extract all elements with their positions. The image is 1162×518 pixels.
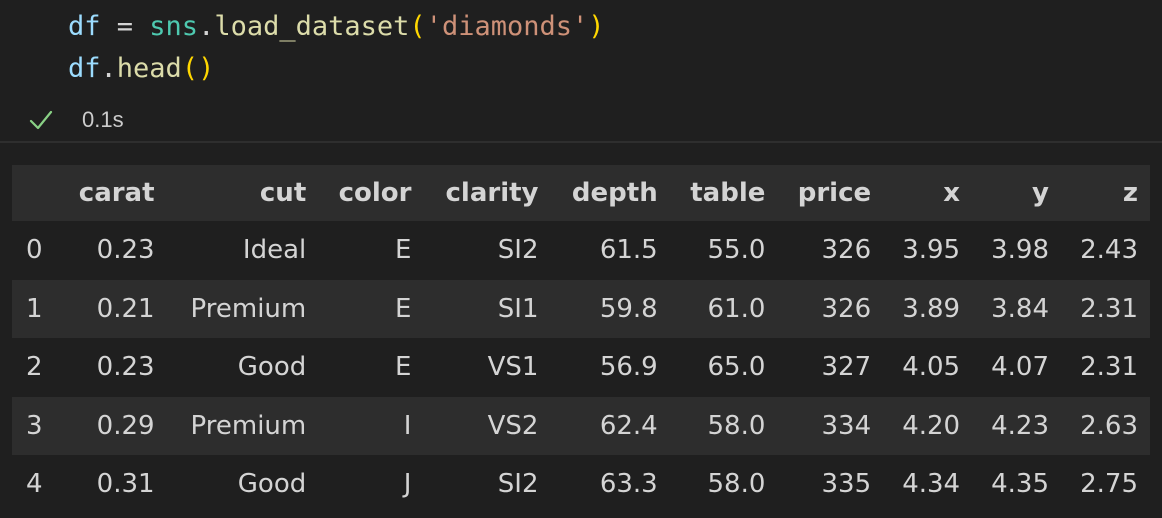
cell-z: 2.31 [1080,352,1138,383]
row-index: 4 [26,469,43,500]
cell-depth: 63.3 [599,469,658,500]
column-header-cut: cut [259,178,307,208]
cell-carat: 0.31 [96,469,155,500]
cell-x: 3.89 [902,293,961,324]
cell-cut: Good [237,469,307,500]
column-header-y: y [1032,178,1049,208]
code-assign: = [100,11,150,42]
cell-y: 4.23 [991,410,1049,441]
dataframe-table: carat cut color clarity depth table price x y z 0… [12,165,1150,514]
row-index: 2 [26,352,43,383]
cell-clarity: VS2 [487,410,539,441]
cell-depth: 56.9 [599,352,658,383]
column-header-x: x [943,178,961,208]
cell-color: E [395,235,412,266]
cell-table: 58.0 [707,410,766,441]
cell-price: 334 [821,410,872,441]
cell-price: 326 [821,293,872,324]
cell-color: E [395,293,412,324]
table-header-row: carat cut color clarity depth table price x y z [12,165,1150,221]
code-editor[interactable]: df = sns.load_dataset('diamonds') df.head… [68,6,605,90]
row-index: 0 [26,235,43,266]
cell-carat: 0.29 [96,410,155,441]
cell-cut: Ideal [242,235,307,266]
table-row: 0 0.23 Ideal E SI2 61.5 55.0 326 3.95 3.98 2.43 [12,221,1150,280]
code-dot: . [198,11,215,42]
code-string: 'diamonds' [425,11,589,42]
column-header-color: color [338,178,412,208]
cell-cut: Premium [190,410,307,441]
column-header-carat: carat [78,178,155,208]
code-var: df [68,53,101,84]
cell-clarity: SI2 [497,235,539,266]
cell-x: 4.34 [902,469,961,500]
code-paren-open: ( [409,11,426,42]
cell-depth: 61.5 [599,235,658,266]
code-var: df [68,11,101,42]
table-row: 1 0.21 Premium E SI1 59.8 61.0 326 3.89 3.84 2.31 [12,279,1150,338]
cell-cut: Premium [190,293,307,324]
code-parens: () [181,53,215,84]
column-header-depth: depth [571,178,658,208]
cell-y: 4.07 [991,352,1049,383]
cell-table: 61.0 [707,293,766,324]
cell-carat: 0.23 [96,352,155,383]
row-index: 3 [26,410,43,441]
row-index: 1 [26,293,43,324]
code-line-1: df = sns.load_dataset('diamonds') [68,6,605,48]
cell-clarity: SI2 [497,469,539,500]
column-header-z: z [1122,178,1138,208]
cell-price: 327 [821,352,872,383]
cell-price: 335 [821,469,872,500]
cell-carat: 0.23 [96,235,155,266]
cell-carat: 0.21 [96,293,155,324]
cell-depth: 59.8 [599,293,658,324]
cell-x: 4.05 [902,352,961,383]
cell-z: 2.31 [1080,293,1138,324]
cell-output: carat cut color clarity depth table price x y z 0… [12,165,1162,514]
code-paren-close: ) [588,11,605,42]
code-function: head [116,53,182,84]
cell-z: 2.63 [1080,410,1138,441]
cell-y: 3.98 [991,235,1049,266]
cell-table: 58.0 [707,469,766,500]
cell-table: 65.0 [707,352,766,383]
output-divider [0,141,1162,143]
cell-clarity: VS1 [487,352,539,383]
check-icon [28,107,54,133]
code-module: sns [149,11,199,42]
cell-x: 4.20 [902,410,961,441]
cell-z: 2.75 [1080,469,1138,500]
column-header-clarity: clarity [445,178,539,208]
table-body: 0 0.23 Ideal E SI2 61.5 55.0 326 3.95 3.98 2.43 1 0.… [12,221,1150,514]
notebook-cell: df = sns.load_dataset('diamonds') df.head… [0,0,1162,518]
column-header-price: price [797,178,872,208]
cell-depth: 62.4 [599,410,658,441]
code-dot: . [100,53,117,84]
table-row: 3 0.29 Premium I VS2 62.4 58.0 334 4.20 4.23 2.63 [12,396,1150,455]
execution-status: 0.1s [28,104,124,136]
cell-table: 55.0 [707,235,766,266]
index-header [12,165,58,221]
execution-time: 0.1s [82,107,124,132]
cell-z: 2.43 [1080,235,1138,266]
code-function: load_dataset [214,11,410,42]
table-row: 4 0.31 Good J SI2 63.3 58.0 335 4.34 4.35 2.75 [12,455,1150,514]
cell-color: I [403,410,412,441]
code-line-2: df.head() [68,48,605,90]
cell-price: 326 [821,235,872,266]
cell-clarity: SI1 [497,293,539,324]
cell-cut: Good [237,352,307,383]
table-row: 2 0.23 Good E VS1 56.9 65.0 327 4.05 4.07 2.31 [12,338,1150,397]
cell-x: 3.95 [902,235,961,266]
cell-y: 3.84 [991,293,1049,324]
cell-color: E [395,352,412,383]
cell-color: J [403,469,412,500]
cell-y: 4.35 [991,469,1049,500]
column-header-table: table [690,178,766,208]
